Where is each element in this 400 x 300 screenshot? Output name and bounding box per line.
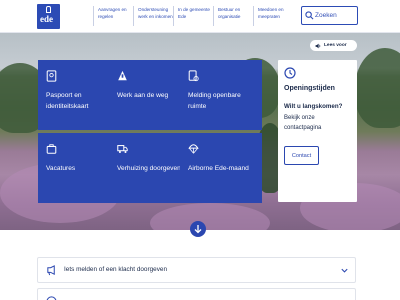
tile-label: Melding openbare ruimte [188,92,241,110]
search-icon[interactable] [305,11,314,20]
clock-icon [284,67,296,79]
site-header: ede Aanvragen en regelen Ondersteuning w… [0,0,400,33]
scroll-down-button[interactable] [190,221,206,237]
nav-meedoen[interactable]: Meedoen en meepraten [253,6,293,26]
briefcase-icon [46,144,57,154]
opening-subtitle: Wilt u langskomen? [284,103,343,110]
main-nav: Aanvragen en regelen Ondersteuning werk … [93,6,293,26]
tile-label: Airborne Ede-maand [188,165,249,172]
search-input[interactable] [315,10,356,21]
speaker-icon [315,43,321,48]
tile-verhuizing[interactable]: Verhuizing doorgeven [109,133,191,203]
logo-mark-icon [46,6,51,13]
opening-body: Bekijk onze contactpagina [284,115,322,131]
accordion-item[interactable] [37,288,356,300]
nav-gemeente[interactable]: In de gemeente Ede [173,6,213,26]
tile-label: Werk aan de weg [117,92,169,99]
opening-hours-card: Openingstijden Wilt u langskomen? Bekijk… [278,60,357,202]
arrow-down-icon [194,225,202,234]
tile-paspoort[interactable]: Paspoort en identiteitskaart [38,60,120,130]
tile-label: Paspoort en identiteitskaart [46,92,89,110]
passport-icon [46,70,57,82]
tile-vacatures[interactable]: Vacatures [38,133,120,203]
nav-aanvragen[interactable]: Aanvragen en regelen [93,6,133,26]
accordion-item[interactable]: Iets melden of een klacht doorgeven [37,257,356,283]
ede-logo[interactable]: ede [37,4,60,29]
tile-label: Vacatures [46,165,76,172]
heath-patch [150,203,270,230]
lees-voor-label: Lees voor [324,43,347,48]
tile-label: Verhuizing doorgeven [117,165,181,172]
tile-airborne[interactable]: Airborne Ede-maand [180,133,262,203]
nav-ondersteuning[interactable]: Ondersteuning werk en inkomen [133,6,173,26]
tile-melding[interactable]: Melding openbare ruimte [180,60,262,130]
hero-section: Lees voor Paspoort en identiteitskaart W… [0,33,400,230]
parachute-icon [188,144,199,154]
report-icon [188,70,199,82]
megaphone-icon [47,265,55,276]
chevron-down-icon [341,268,348,273]
nav-bestuur[interactable]: Bestuur en organisatie [213,6,253,26]
info-icon [46,296,57,300]
contact-button[interactable]: Contact [284,146,319,165]
search-box [301,6,358,25]
moving-truck-icon [117,145,128,154]
tree-shape [355,48,400,128]
logo-text: ede [40,14,53,24]
roadwork-icon [118,70,127,81]
opening-title: Openingstijden [284,85,335,92]
lees-voor-button[interactable]: Lees voor [310,40,357,51]
accordion-label: Iets melden of een klacht doorgeven [64,266,168,273]
tile-werk-aan-de-weg[interactable]: Werk aan de weg [109,60,191,130]
